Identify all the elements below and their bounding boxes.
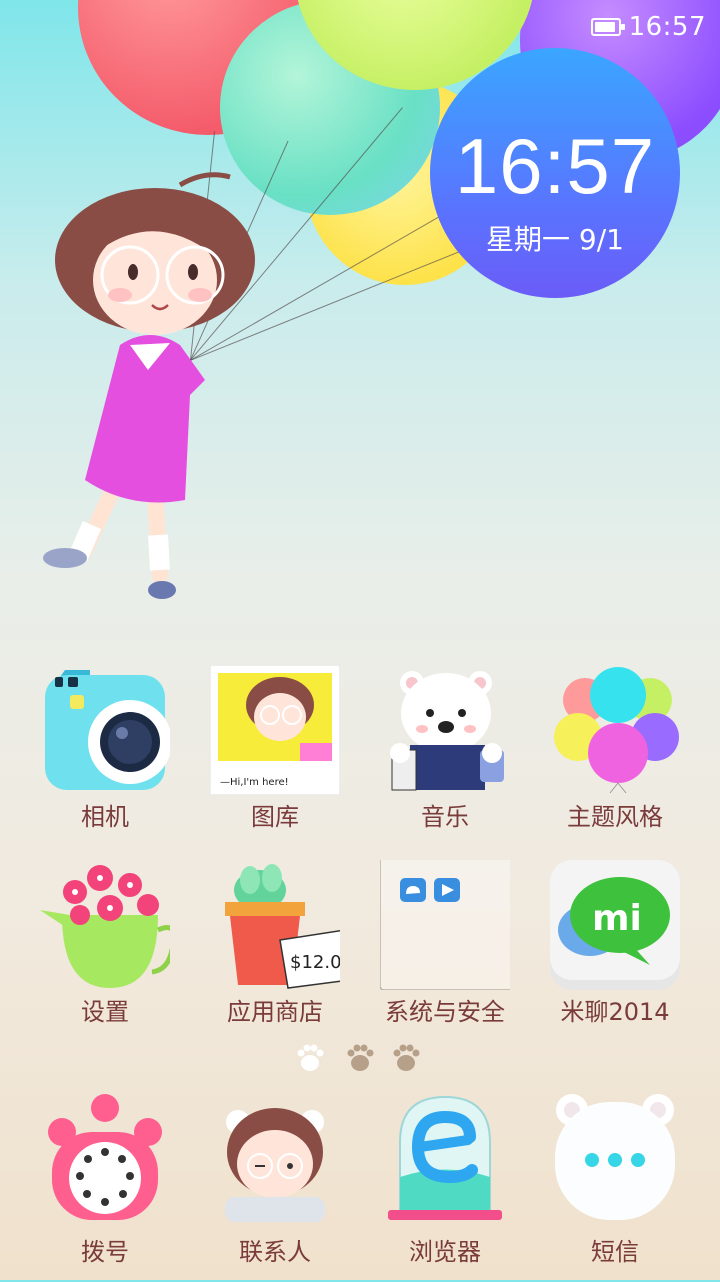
gallery-icon: —Hi,I'm here! bbox=[210, 665, 340, 795]
dock-label: 拨号 bbox=[81, 1238, 129, 1266]
miliao-icon: mi bbox=[550, 860, 680, 990]
paw-icon[interactable] bbox=[345, 1043, 375, 1073]
dock-phone[interactable]: 拨号 bbox=[20, 1092, 190, 1282]
dock-browser[interactable]: 浏览器 bbox=[360, 1092, 530, 1282]
paw-icon-current[interactable] bbox=[295, 1043, 325, 1073]
app-music[interactable]: 音乐 bbox=[360, 665, 530, 855]
app-miliao[interactable]: mi 米聊2014 bbox=[530, 860, 700, 1050]
battery-icon bbox=[590, 18, 625, 36]
dock-label: 浏览器 bbox=[409, 1238, 481, 1266]
gallery-caption: —Hi,I'm here! bbox=[220, 777, 289, 788]
camera-icon bbox=[45, 670, 170, 790]
browser-icon bbox=[388, 1095, 502, 1220]
app-camera[interactable]: 相机 bbox=[20, 665, 190, 855]
price-tag: $12.0 bbox=[290, 952, 340, 973]
music-icon bbox=[390, 671, 504, 791]
contacts-icon bbox=[225, 1108, 325, 1222]
app-label: 音乐 bbox=[421, 803, 469, 831]
phone-icon bbox=[48, 1094, 162, 1220]
dock-contacts[interactable]: 联系人 bbox=[190, 1092, 360, 1282]
battery-fill bbox=[594, 22, 615, 32]
page-indicator[interactable] bbox=[295, 1043, 435, 1075]
system-security-folder-icon bbox=[380, 860, 510, 990]
app-theme[interactable]: 主题风格 bbox=[530, 665, 700, 855]
status-bar: 16:57 bbox=[590, 12, 706, 42]
folder-system-security[interactable]: 系统与安全 bbox=[360, 860, 530, 1050]
settings-icon bbox=[40, 865, 170, 988]
dock-label: 短信 bbox=[591, 1238, 639, 1266]
app-store-icon: $12.0 bbox=[225, 864, 340, 989]
app-label: 米聊2014 bbox=[560, 998, 670, 1026]
app-label: 相机 bbox=[81, 803, 129, 831]
dock-label: 联系人 bbox=[239, 1238, 311, 1266]
girl-illustration bbox=[43, 172, 255, 599]
app-label: 系统与安全 bbox=[385, 998, 505, 1026]
clock-date: 星期一 9/1 bbox=[486, 223, 624, 256]
app-gallery[interactable]: —Hi,I'm here! 图库 bbox=[190, 665, 360, 855]
app-label: 主题风格 bbox=[567, 803, 663, 831]
miliao-logo: mi bbox=[592, 898, 642, 939]
app-settings[interactable]: 设置 bbox=[20, 860, 190, 1050]
theme-icon bbox=[554, 667, 679, 794]
clock-time: 16:57 bbox=[454, 122, 656, 210]
status-time: 16:57 bbox=[628, 12, 706, 42]
app-label: 应用商店 bbox=[227, 998, 323, 1026]
app-label: 图库 bbox=[251, 803, 299, 831]
messages-icon bbox=[555, 1094, 675, 1220]
clock-widget[interactable]: 16:57 星期一 9/1 bbox=[430, 48, 680, 298]
paw-icon[interactable] bbox=[391, 1043, 421, 1073]
app-label: 设置 bbox=[81, 998, 129, 1026]
dock-messages[interactable]: 短信 bbox=[530, 1092, 700, 1282]
app-store[interactable]: $12.0 应用商店 bbox=[190, 860, 360, 1050]
